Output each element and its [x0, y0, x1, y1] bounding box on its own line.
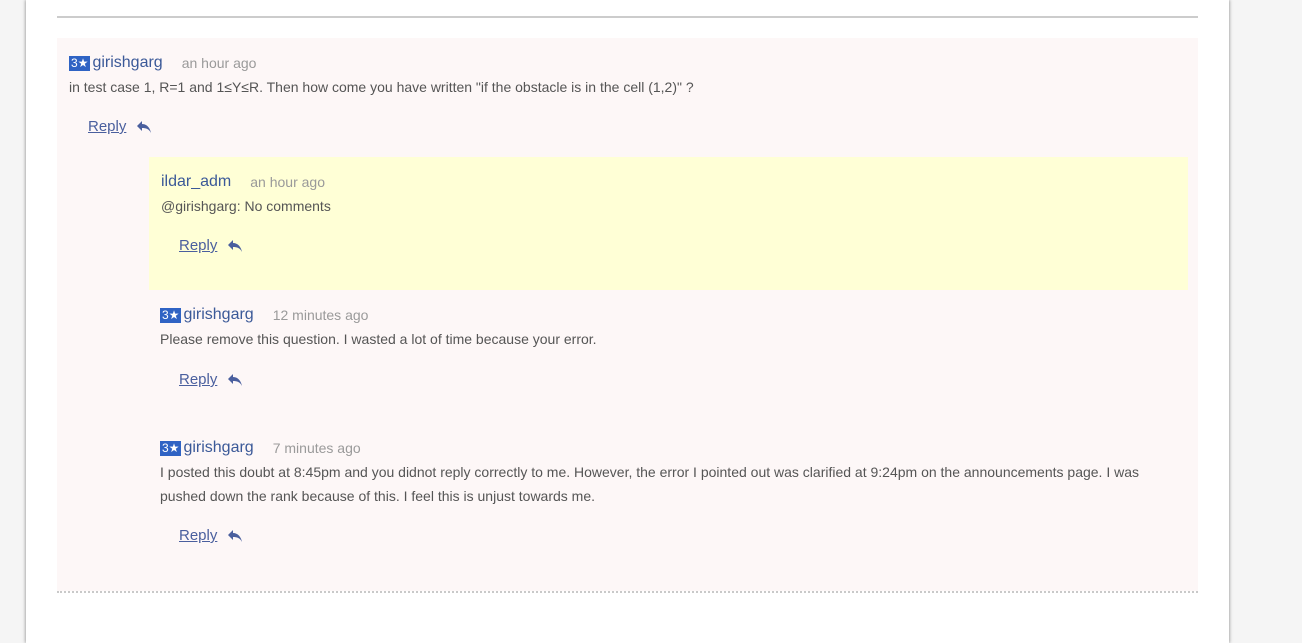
timestamp: an hour ago [181, 55, 257, 71]
comment-reply: 3★ girishgarg 12 minutes ago Please remo… [160, 305, 1180, 351]
comment-reply: 3★ girishgarg 7 minutes ago I posted thi… [160, 438, 1160, 508]
author-link[interactable]: girishgarg [183, 306, 253, 324]
comment-header: ildar_adm an hour ago [161, 172, 1171, 192]
comment-thread: 3★ girishgarg an hour ago in test case 1… [57, 38, 1198, 591]
reply-arrow-icon[interactable] [227, 373, 243, 387]
timestamp: 12 minutes ago [272, 307, 369, 323]
author-link[interactable]: girishgarg [92, 54, 162, 72]
rating-badge: 3★ [160, 307, 182, 323]
comment-text: in test case 1, R=1 and 1≤Y≤R. Then how … [69, 79, 694, 95]
author-link[interactable]: ildar_adm [161, 173, 231, 191]
reply-link[interactable]: Reply [179, 527, 217, 544]
reply-link[interactable]: Reply [179, 237, 217, 254]
reply-arrow-icon[interactable] [227, 239, 243, 253]
comment-header: 3★ girishgarg 12 minutes ago [160, 305, 1180, 325]
reply-action: Reply [179, 371, 243, 388]
reply-action: Reply [179, 237, 243, 254]
page-container: 3★ girishgarg an hour ago in test case 1… [26, 0, 1229, 643]
bottom-divider [57, 591, 1198, 593]
admin-comment-box: ildar_adm an hour ago @girishgarg: No co… [149, 157, 1188, 290]
reply-link[interactable]: Reply [179, 371, 217, 388]
author-link[interactable]: girishgarg [183, 439, 253, 457]
comment-text: I posted this doubt at 8:45pm and you di… [160, 464, 1140, 504]
timestamp: an hour ago [250, 174, 325, 190]
reply-action: Reply [88, 118, 152, 135]
comment-header: 3★ girishgarg an hour ago [69, 53, 1179, 73]
rating-badge: 3★ [160, 440, 182, 456]
reply-arrow-icon[interactable] [227, 529, 243, 543]
reply-arrow-icon[interactable] [136, 120, 152, 134]
reply-link[interactable]: Reply [88, 118, 126, 135]
comment-header: 3★ girishgarg 7 minutes ago [160, 438, 1160, 458]
comment-text: Please remove this question. I wasted a … [160, 331, 597, 347]
comment-reply-admin: ildar_adm an hour ago @girishgarg: No co… [161, 172, 1171, 218]
reply-action: Reply [179, 527, 243, 544]
comment-root: 3★ girishgarg an hour ago in test case 1… [69, 53, 1179, 99]
top-divider [57, 16, 1198, 18]
comment-text: @girishgarg: No comments [161, 198, 331, 214]
timestamp: 7 minutes ago [272, 440, 361, 456]
rating-badge: 3★ [69, 55, 91, 71]
